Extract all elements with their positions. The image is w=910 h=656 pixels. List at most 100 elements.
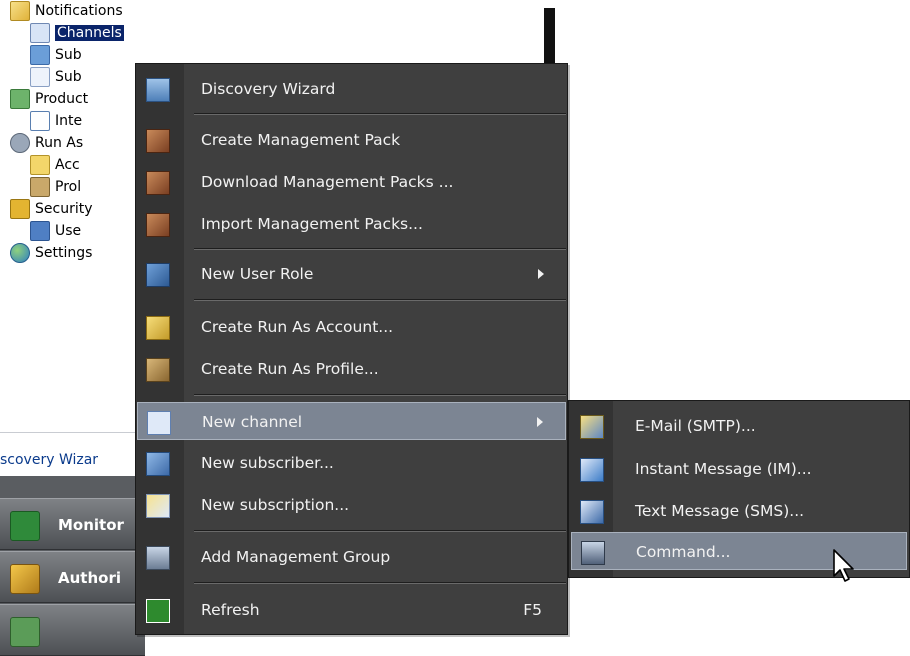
tree-item-channels[interactable]: Channels <box>30 22 124 44</box>
tree-item-label: Security <box>35 201 93 217</box>
globe-icon <box>10 243 30 263</box>
submenu-item-label: Instant Message (IM)... <box>635 460 812 478</box>
menu-item-new-user-role[interactable]: New User Role <box>137 255 566 293</box>
menu-item-download-management-packs[interactable]: Download Management Packs ... <box>137 163 566 201</box>
discovery-wizard-icon <box>146 78 170 102</box>
submenu-item-text-message[interactable]: Text Message (SMS)... <box>571 492 907 530</box>
import-pack-icon <box>146 213 170 237</box>
tree-item-notifications[interactable]: Notifications <box>10 0 123 22</box>
wunderbar-next-button[interactable] <box>0 604 145 656</box>
menu-item-label: Create Run As Profile... <box>201 360 379 378</box>
tree-item-subscriptions[interactable]: Sub <box>30 66 82 88</box>
menu-item-new-subscription[interactable]: New subscription... <box>137 486 566 524</box>
authoring-icon <box>10 564 40 594</box>
wunderbar-authoring-button[interactable]: Authori <box>0 551 145 603</box>
tree-item-product-connectors[interactable]: Product <box>10 88 88 110</box>
im-channel-icon <box>580 458 604 482</box>
channel-icon <box>30 23 50 43</box>
tree-item-label: Use <box>55 223 82 239</box>
envelope-icon <box>10 1 30 21</box>
discovery-wizard-link[interactable]: scovery Wizar <box>0 452 98 468</box>
tree-item-label: Notifications <box>35 3 123 19</box>
menu-item-label: Create Management Pack <box>201 131 401 149</box>
menu-separator <box>194 582 566 584</box>
tree-item-label: Prol <box>55 179 82 195</box>
wunderbar-monitoring-button[interactable]: Monitor <box>0 498 145 550</box>
download-pack-icon <box>146 171 170 195</box>
new-channel-submenu: E-Mail (SMTP)... Instant Message (IM)...… <box>568 400 910 578</box>
submenu-arrow-icon <box>538 269 544 279</box>
menu-separator <box>194 113 566 115</box>
menu-item-label: Download Management Packs ... <box>201 173 454 191</box>
reporting-icon <box>10 617 40 647</box>
profile-icon <box>30 177 50 197</box>
email-channel-icon <box>580 415 604 439</box>
menu-item-discovery-wizard[interactable]: Discovery Wizard <box>137 70 566 108</box>
menu-separator <box>194 299 566 301</box>
menu-item-refresh[interactable]: Refresh F5 <box>137 591 566 629</box>
lock-icon <box>10 199 30 219</box>
menu-item-create-management-pack[interactable]: Create Management Pack <box>137 121 566 159</box>
tree-item-profiles[interactable]: Prol <box>30 176 81 198</box>
menu-item-label: New subscription... <box>201 496 350 514</box>
submenu-item-instant-message[interactable]: Instant Message (IM)... <box>571 450 907 488</box>
menu-item-label: New User Role <box>201 265 314 283</box>
tree-item-label: Sub <box>55 69 82 85</box>
tree-item-label: Channels <box>55 25 124 41</box>
subscriber-icon <box>146 452 170 476</box>
tree-item-internal-connectors[interactable]: Inte <box>30 110 82 132</box>
menu-item-new-subscriber[interactable]: New subscriber... <box>137 444 566 482</box>
menu-item-import-management-packs[interactable]: Import Management Packs... <box>137 205 566 243</box>
tree-item-run-as[interactable]: Run As <box>10 132 83 154</box>
menu-item-create-run-as-profile[interactable]: Create Run As Profile... <box>137 350 566 388</box>
wunderbar-label: Authori <box>58 569 121 587</box>
menu-item-create-run-as-account[interactable]: Create Run As Account... <box>137 308 566 346</box>
menu-item-label: Refresh <box>201 601 260 619</box>
subscriber-icon <box>30 45 50 65</box>
menu-item-add-management-group[interactable]: Add Management Group <box>137 538 566 576</box>
menu-separator <box>194 394 566 396</box>
tree-item-label: Sub <box>55 47 82 63</box>
product-connector-icon <box>10 89 30 109</box>
menu-item-label: Add Management Group <box>201 548 391 566</box>
user-role-icon <box>146 263 170 287</box>
tree-item-settings[interactable]: Settings <box>10 242 92 264</box>
subscription-icon <box>30 67 50 87</box>
user-icon <box>30 221 50 241</box>
tree-item-user-roles[interactable]: Use <box>30 220 81 242</box>
management-pack-icon <box>146 129 170 153</box>
context-menu: Discovery Wizard Create Management Pack … <box>135 63 568 635</box>
menu-separator <box>194 248 566 250</box>
subscription-icon <box>146 494 170 518</box>
menu-item-label: Create Run As Account... <box>201 318 394 336</box>
submenu-item-label: Text Message (SMS)... <box>635 502 805 520</box>
menu-item-label: Discovery Wizard <box>201 80 336 98</box>
command-channel-icon <box>581 541 605 565</box>
tree-item-label: Acc <box>55 157 80 173</box>
run-as-gear-icon <box>10 133 30 153</box>
internal-connector-icon <box>30 111 50 131</box>
refresh-shortcut: F5 <box>523 601 542 619</box>
menu-item-new-channel[interactable]: New channel <box>137 402 566 440</box>
submenu-item-email-smtp[interactable]: E-Mail (SMTP)... <box>571 407 907 445</box>
submenu-item-label: E-Mail (SMTP)... <box>635 417 756 435</box>
mouse-pointer-icon <box>833 549 854 582</box>
menu-item-label: New channel <box>202 413 303 431</box>
tree-item-label: Product <box>35 91 89 107</box>
management-group-icon <box>146 546 170 570</box>
wunderbar: Monitor Authori <box>0 476 145 656</box>
refresh-icon <box>146 599 170 623</box>
tree-item-security[interactable]: Security <box>10 198 93 220</box>
tree-item-subscribers[interactable]: Sub <box>30 44 82 66</box>
monitoring-icon <box>10 511 40 541</box>
menu-item-label: New subscriber... <box>201 454 334 472</box>
tree-item-accounts[interactable]: Acc <box>30 154 80 176</box>
channel-icon <box>147 411 171 435</box>
submenu-arrow-icon <box>537 417 543 427</box>
menu-separator <box>194 530 566 532</box>
sms-channel-icon <box>580 500 604 524</box>
tree-item-label: Settings <box>35 245 93 261</box>
splitter-bar[interactable] <box>544 8 555 70</box>
wunderbar-label: Monitor <box>58 516 124 534</box>
run-as-profile-icon <box>146 358 170 382</box>
